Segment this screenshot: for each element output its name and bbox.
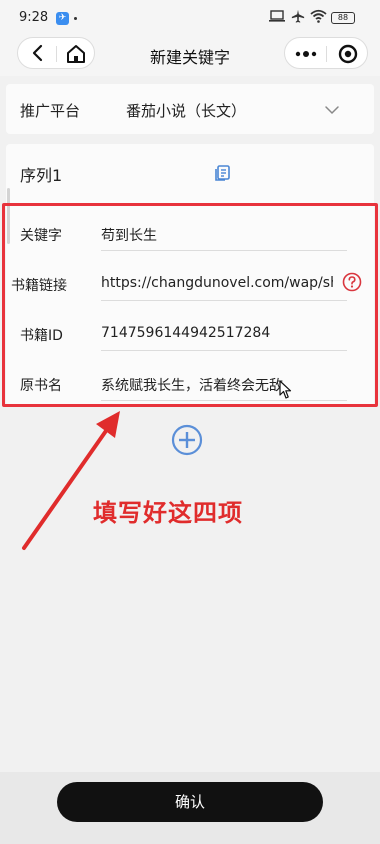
airplane-icon xyxy=(291,9,305,23)
sequence-title: 序列1 xyxy=(20,166,63,185)
target-icon[interactable] xyxy=(336,42,360,66)
nav-bar: 新建关键字 xyxy=(0,36,380,76)
more-icon[interactable] xyxy=(293,46,319,62)
platform-select[interactable]: 推广平台 番茄小说（长文） xyxy=(6,84,374,134)
laptop-icon xyxy=(269,10,285,22)
notification-dot xyxy=(74,17,77,20)
wifi-icon xyxy=(310,9,327,23)
status-bar: 9:28 ✈ 88 xyxy=(0,0,380,36)
copy-icon[interactable] xyxy=(213,164,231,182)
capsule-divider xyxy=(326,46,327,62)
status-time: 9:28 xyxy=(19,10,49,25)
nav-right-capsule xyxy=(284,37,368,69)
confirm-button[interactable]: 确认 xyxy=(57,782,323,822)
app-notification-icon: ✈ xyxy=(56,12,69,25)
mouse-cursor-icon xyxy=(279,380,292,399)
chevron-down-icon[interactable] xyxy=(324,102,340,118)
battery-icon: 88 xyxy=(331,12,355,24)
highlight-box xyxy=(2,203,378,407)
add-sequence-button[interactable] xyxy=(171,424,203,456)
platform-value[interactable]: 番茄小说（长文） xyxy=(126,100,246,121)
platform-label: 推广平台 xyxy=(20,102,81,120)
annotation-text: 填写好这四项 xyxy=(93,499,243,527)
